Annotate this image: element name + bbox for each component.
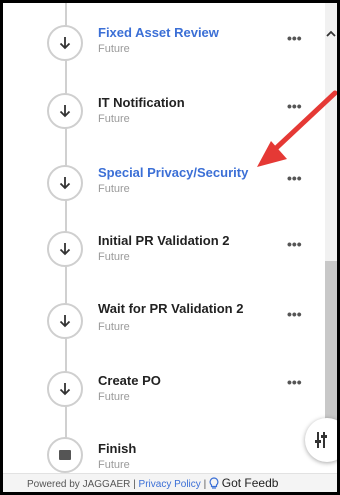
- step-node: [47, 165, 83, 201]
- step-status: Future: [98, 183, 130, 195]
- arrow-down-icon: [59, 315, 71, 328]
- step-title: IT Notification: [98, 95, 185, 110]
- step-title-link[interactable]: Fixed Asset Review: [98, 25, 219, 40]
- arrow-down-icon: [59, 105, 71, 118]
- stop-square-icon: [59, 450, 71, 460]
- more-options-button[interactable]: •••: [287, 237, 302, 251]
- arrow-down-icon: [59, 243, 71, 256]
- more-options-button[interactable]: •••: [287, 375, 302, 389]
- workflow-step: Wait for PR Validation 2 Future •••: [3, 275, 325, 339]
- lightbulb-icon: [209, 477, 219, 489]
- step-status: Future: [98, 459, 130, 471]
- workflow-step: Initial PR Validation 2 Future •••: [3, 207, 325, 267]
- workflow-step-list: Fixed Asset Review Future ••• IT Notific…: [3, 3, 325, 473]
- step-node: [47, 93, 83, 129]
- arrow-down-icon: [59, 383, 71, 396]
- more-options-button[interactable]: •••: [287, 307, 302, 321]
- privacy-policy-link[interactable]: Privacy Policy: [139, 479, 201, 490]
- footer-separator: |: [203, 479, 207, 490]
- workflow-step: Fixed Asset Review Future •••: [3, 3, 325, 63]
- step-node: [47, 303, 83, 339]
- step-node: [47, 437, 83, 473]
- arrow-down-icon: [59, 37, 71, 50]
- feedback-link[interactable]: Got Feedb: [222, 476, 279, 490]
- sliders-icon: [315, 432, 327, 448]
- annotation-arrow-icon: [257, 90, 337, 167]
- step-status: Future: [98, 391, 130, 403]
- step-title: Wait for PR Validation 2: [98, 301, 244, 316]
- step-node: [47, 371, 83, 407]
- workflow-step: Finish Future: [3, 411, 325, 473]
- more-options-button[interactable]: •••: [287, 31, 302, 45]
- powered-by-text: Powered by JAGGAER: [27, 479, 131, 490]
- step-title-link[interactable]: Special Privacy/Security: [98, 165, 248, 180]
- step-status: Future: [98, 251, 130, 263]
- scrollbar-thumb[interactable]: [325, 261, 337, 439]
- workflow-step: Create PO Future •••: [3, 343, 325, 407]
- step-node: [47, 231, 83, 267]
- step-title: Finish: [98, 441, 137, 456]
- step-node: [47, 25, 83, 61]
- step-status: Future: [98, 113, 130, 125]
- step-title: Create PO: [98, 373, 161, 388]
- workflow-panel: Fixed Asset Review Future ••• IT Notific…: [0, 0, 340, 495]
- step-status: Future: [98, 43, 130, 55]
- step-title: Initial PR Validation 2: [98, 233, 230, 248]
- footer-bar: Powered by JAGGAER | Privacy Policy | Go…: [3, 473, 337, 492]
- arrow-down-icon: [59, 177, 71, 190]
- chevron-up-icon[interactable]: [325, 27, 337, 41]
- step-status: Future: [98, 321, 130, 333]
- footer-separator: |: [133, 479, 136, 490]
